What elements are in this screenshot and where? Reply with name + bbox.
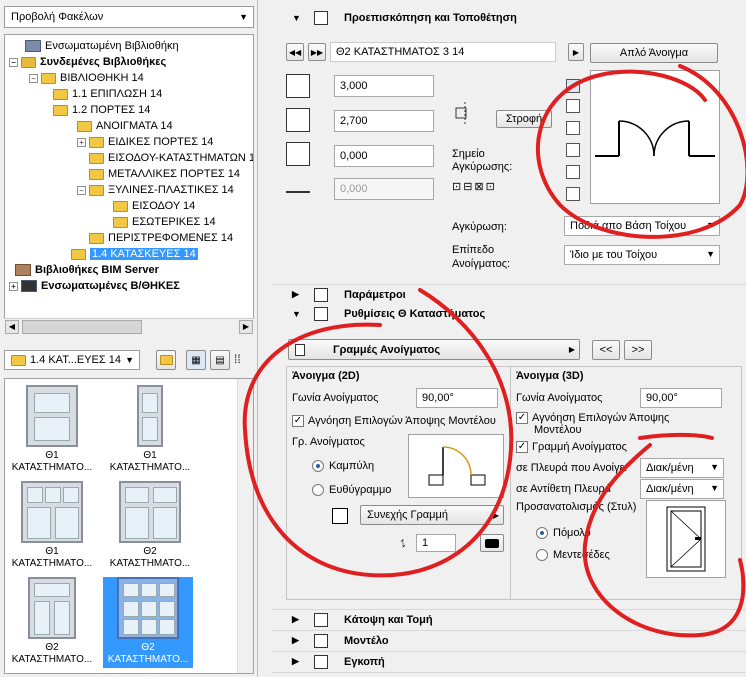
red-annotation-overlay	[242, 64, 746, 638]
annotation-circle-2d-settings	[242, 288, 514, 578]
annotation-circle-3d-settings	[582, 432, 746, 638]
annotation-circle-preview	[536, 64, 746, 239]
